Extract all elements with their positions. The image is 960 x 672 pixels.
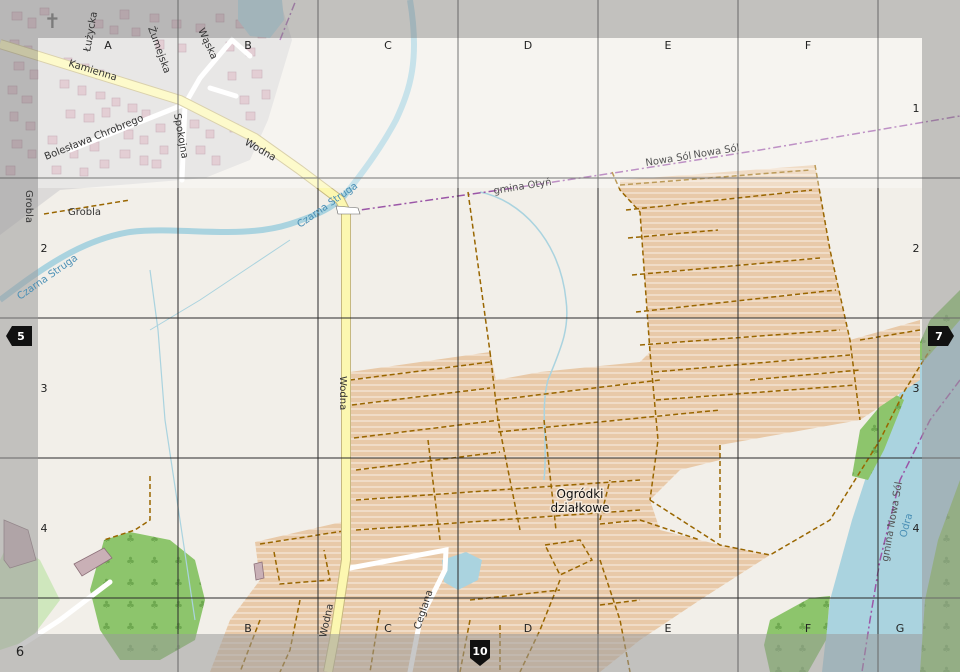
- street-label-grobla: Grobla: [68, 207, 101, 218]
- grid-row-1: 1: [913, 102, 920, 115]
- page-ref-right-label: 7: [935, 330, 943, 343]
- street-label-wodna-mid: Wodna: [337, 376, 348, 410]
- grid-col-g-bottom: G: [896, 622, 905, 635]
- grid-col-c: C: [384, 39, 392, 52]
- grid-row-3: 3: [913, 382, 920, 395]
- page-ref-bottom-label: 10: [472, 645, 488, 658]
- street-label-grobla-vertical: Grobla: [23, 190, 34, 223]
- grid-row-6: 6: [16, 645, 24, 660]
- grid-col-e-bottom: E: [665, 622, 672, 635]
- grid-col-a: A: [104, 39, 112, 52]
- grid-row-2-left: 2: [41, 242, 48, 255]
- grid-col-b: B: [244, 39, 252, 52]
- grid-row-3-left: 3: [41, 382, 48, 395]
- map-canvas[interactable]: ♣: [0, 0, 960, 672]
- grid-row-2: 2: [913, 242, 920, 255]
- grid-col-b-bottom: B: [244, 622, 252, 635]
- area-label-allotments-line2: działkowe: [550, 501, 609, 515]
- area-label-allotments-line1: Ogródki: [557, 487, 604, 501]
- grid-col-f: F: [805, 39, 811, 52]
- grid-row-4-left: 4: [41, 522, 48, 535]
- grid-col-e: E: [665, 39, 672, 52]
- grid-col-d: D: [524, 39, 532, 52]
- grid-col-d-bottom: D: [524, 622, 532, 635]
- grid-col-c-bottom: C: [384, 622, 392, 635]
- top-lighter-band: [38, 38, 922, 188]
- grid-col-f-bottom: F: [805, 622, 811, 635]
- grid-row-4: 4: [913, 522, 920, 535]
- page-ref-left-label: 5: [17, 330, 25, 343]
